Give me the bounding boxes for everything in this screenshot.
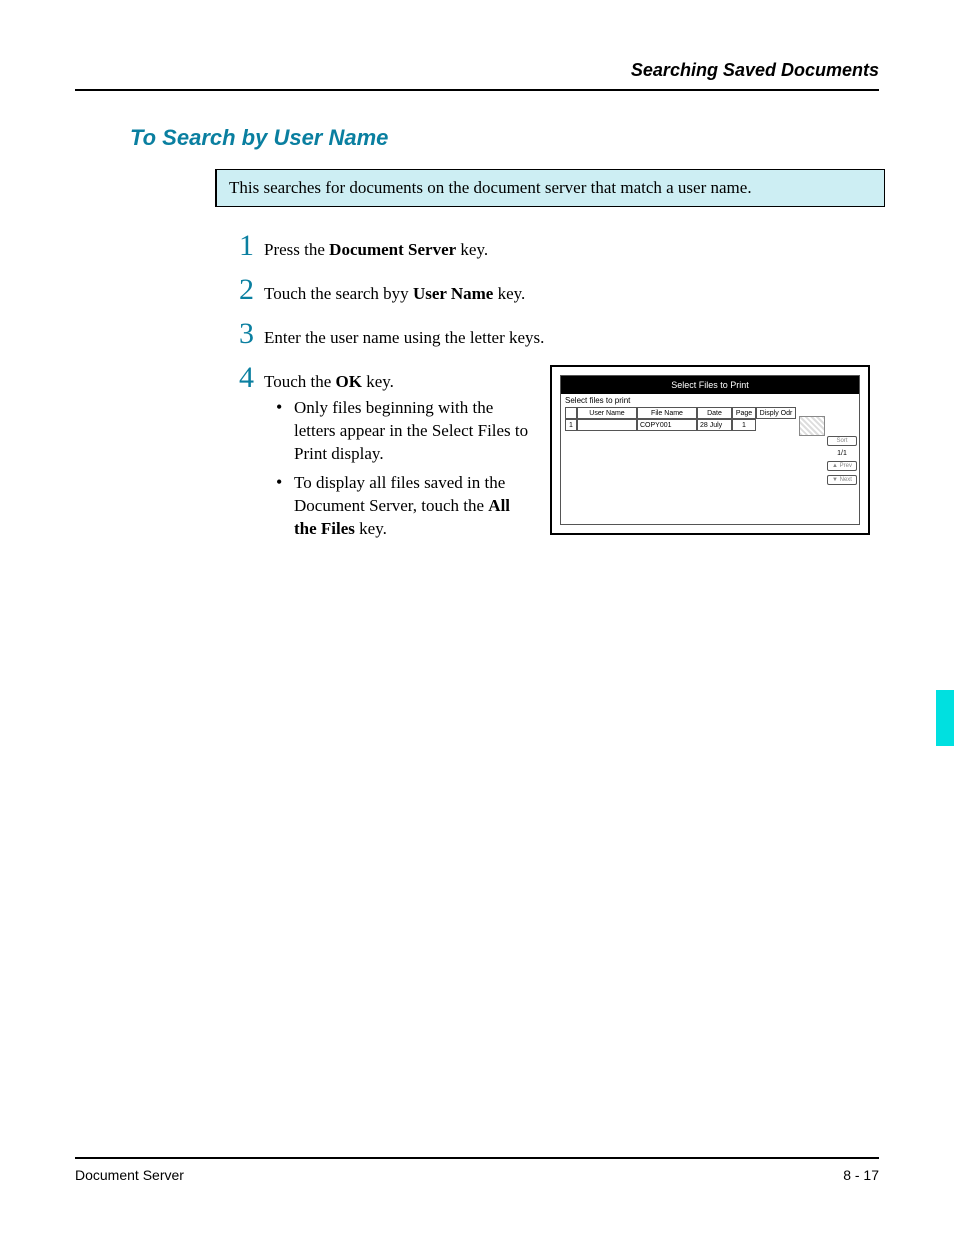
sort-button[interactable]: Sort (827, 436, 857, 446)
cell-page: 1 (732, 419, 756, 431)
section-heading: To Search by User Name (130, 125, 879, 151)
col-order: Disply Odr (756, 407, 796, 419)
col-page: Page (732, 407, 756, 419)
bullet-1: Only files beginning with the letters ap… (276, 397, 530, 466)
step-2-number: 2 (230, 275, 254, 305)
step-4-post: key. (362, 372, 394, 391)
step-4-pre: Touch the (264, 372, 336, 391)
step-2-post: key. (493, 284, 525, 303)
step-4-bullets: Only files beginning with the letters ap… (276, 397, 530, 541)
bullet-2-post: key. (355, 519, 387, 538)
col-date: Date (697, 407, 732, 419)
step-1: 1 Press the Document Server key. (230, 231, 890, 261)
cell-date: 28 July (697, 419, 732, 431)
figure-titlebar: Select Files to Print (561, 376, 859, 394)
step-2-bold: User Name (413, 284, 493, 303)
intro-text: This searches for documents on the docum… (229, 178, 752, 197)
col-user: User Name (577, 407, 637, 419)
next-button[interactable]: ▼ Next (827, 475, 857, 485)
step-1-number: 1 (230, 231, 254, 261)
page-header: Searching Saved Documents (75, 60, 879, 89)
step-4-bold: OK (336, 372, 362, 391)
col-file: File Name (637, 407, 697, 419)
figure-side-controls: Sort 1/1 ▲ Prev ▼ Next (827, 436, 857, 489)
cell-file: COPY001 (637, 419, 697, 431)
step-4-container: 4 Touch the OK key. Only files beginning… (230, 363, 890, 547)
step-4: 4 Touch the OK key. (230, 363, 530, 393)
screenshot-figure: Select Files to Print Select files to pr… (550, 365, 870, 535)
bullet-2-pre: To display all files saved in the Docume… (294, 473, 505, 515)
step-2-text: Touch the search byy User Name key. (264, 278, 525, 304)
page-footer: Document Server 8 - 17 (75, 1157, 879, 1183)
footer-right: 8 - 17 (843, 1167, 879, 1183)
step-3-text: Enter the user name using the letter key… (264, 322, 544, 348)
step-2-pre: Touch the search byy (264, 284, 413, 303)
step-1-pre: Press the (264, 240, 329, 259)
steps-list: 1 Press the Document Server key. 2 Touch… (230, 231, 890, 547)
step-3: 3 Enter the user name using the letter k… (230, 319, 890, 349)
step-4-number: 4 (230, 363, 254, 393)
intro-box: This searches for documents on the docum… (215, 169, 885, 207)
cell-idx: 1 (565, 419, 577, 431)
step-4-text: Touch the OK key. (264, 366, 394, 392)
footer-left: Document Server (75, 1167, 184, 1183)
figure-subtitle: Select files to print (565, 396, 855, 405)
bullet-2: To display all files saved in the Docume… (276, 472, 530, 541)
footer-rule (75, 1157, 879, 1159)
page-count: 1/1 (827, 450, 857, 457)
header-rule (75, 89, 879, 91)
step-1-post: key. (456, 240, 488, 259)
step-1-text: Press the Document Server key. (264, 234, 488, 260)
step-1-bold: Document Server (329, 240, 456, 259)
edge-tab (936, 690, 954, 746)
step-2: 2 Touch the search byy User Name key. (230, 275, 890, 305)
step-3-number: 3 (230, 319, 254, 349)
prev-button[interactable]: ▲ Prev (827, 461, 857, 471)
header-title: Searching Saved Documents (631, 60, 879, 81)
cell-user (577, 419, 637, 431)
figure-thumbnail-icon (799, 416, 825, 436)
